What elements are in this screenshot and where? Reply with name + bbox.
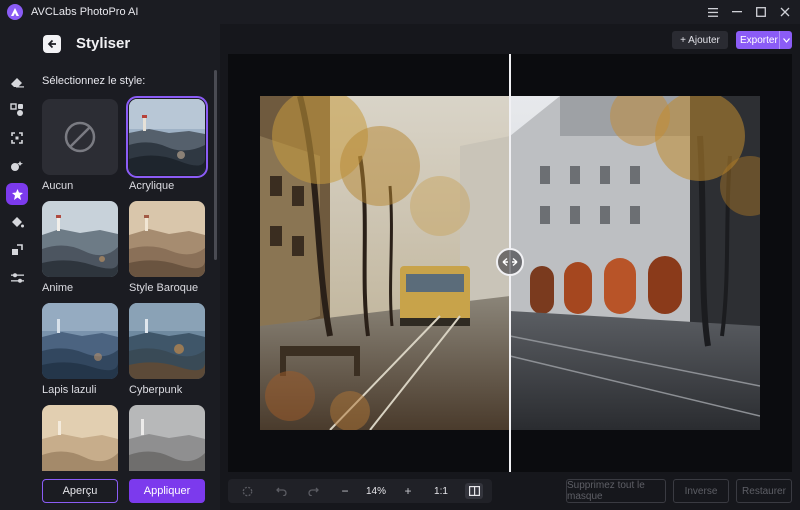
upscale-icon[interactable]	[9, 242, 25, 258]
section-label: Sélectionnez le style:	[42, 75, 146, 87]
minimize-icon[interactable]	[730, 5, 744, 19]
style-thumbnail	[42, 99, 118, 175]
eraser-icon[interactable]	[9, 74, 25, 90]
app-title: AVCLabs PhotoPro AI	[31, 6, 139, 18]
app-logo-icon	[7, 4, 23, 20]
preview-button[interactable]: Aperçu	[42, 479, 118, 503]
style-option-8[interactable]	[129, 405, 205, 471]
chevron-down-icon[interactable]	[779, 31, 792, 49]
crop-expand-icon[interactable]	[9, 130, 25, 146]
zoom-out-button[interactable]: −	[338, 479, 352, 503]
style-thumbnail	[129, 405, 205, 471]
style-thumbnail	[129, 303, 205, 379]
adjust-sliders-icon[interactable]	[9, 270, 25, 286]
menu-icon[interactable]	[706, 5, 720, 19]
view-tools-group	[228, 479, 492, 503]
none-icon	[64, 121, 96, 153]
style-label: Anime	[42, 282, 74, 294]
style-thumbnail	[129, 201, 205, 277]
style-option-7[interactable]	[42, 405, 118, 471]
style-option-none[interactable]: Aucun	[42, 99, 118, 192]
undo-icon[interactable]	[274, 479, 288, 503]
style-thumbnail	[42, 303, 118, 379]
arrows-horizontal-icon	[502, 257, 518, 267]
tool-rail	[0, 24, 34, 510]
back-button[interactable]	[43, 35, 61, 53]
style-option-cyberpunk[interactable]: Cyberpunk	[129, 303, 205, 396]
style-option-acrylique[interactable]: Acrylique	[126, 96, 208, 192]
style-thumbnail	[42, 201, 118, 277]
enhance-icon[interactable]	[9, 102, 25, 118]
face-retouch-icon[interactable]	[9, 158, 25, 174]
reset-icon[interactable]	[240, 479, 254, 503]
compare-handle[interactable]	[496, 248, 524, 276]
style-label: Style Baroque	[129, 282, 199, 294]
compare-toggle-icon[interactable]	[465, 483, 483, 499]
style-option-baroque[interactable]: Style Baroque	[129, 201, 205, 294]
style-label: Acrylique	[129, 180, 175, 192]
zoom-level: 14%	[365, 485, 386, 497]
invert-button[interactable]: Inverse	[673, 479, 729, 503]
style-thumbnail	[126, 96, 208, 178]
panel-scrollbar[interactable]	[214, 70, 217, 260]
actual-size-button[interactable]: 1:1	[431, 479, 451, 503]
export-label: Exporter	[740, 34, 778, 46]
add-button[interactable]: + Ajouter	[672, 31, 728, 49]
style-option-anime[interactable]: Anime	[42, 201, 118, 294]
style-option-lapis-lazuli[interactable]: Lapis lazuli	[42, 303, 118, 396]
style-label: Lapis lazuli	[42, 384, 97, 396]
maximize-icon[interactable]	[754, 5, 768, 19]
close-icon[interactable]	[778, 5, 792, 19]
remove-all-mask-button[interactable]: Supprimez tout le masque	[566, 479, 666, 503]
zoom-in-button[interactable]: +	[401, 479, 415, 503]
title-bar: AVCLabs PhotoPro AI	[0, 0, 800, 24]
redo-icon[interactable]	[306, 479, 320, 503]
style-label: Cyberpunk	[129, 384, 183, 396]
restore-button[interactable]: Restaurer	[736, 479, 792, 503]
colorize-bucket-icon[interactable]	[9, 214, 25, 230]
style-thumbnail	[42, 405, 118, 471]
apply-button[interactable]: Appliquer	[129, 479, 205, 503]
export-button[interactable]: Exporter	[736, 31, 792, 49]
panel-title: Styliser	[76, 35, 131, 52]
stylize-icon[interactable]	[6, 183, 28, 205]
style-label: Aucun	[42, 180, 74, 192]
